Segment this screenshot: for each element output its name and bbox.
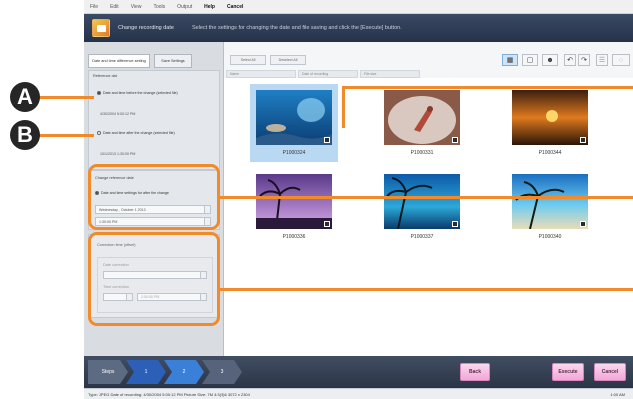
column-headers: Name Date of recording File size <box>226 70 426 78</box>
status-text: Type: JPEG Date of recording: 4/30/2004 … <box>88 391 250 397</box>
thumbnail-panel: Select All Deselect All ▦ ▢ ☻ ↶ ↷ ☰ ○ Na… <box>224 42 633 356</box>
callout-line-thumbnail <box>344 86 633 89</box>
column-header-name[interactable]: Name <box>226 70 296 78</box>
check-icon[interactable] <box>452 137 458 143</box>
menu-file[interactable]: File <box>90 4 98 10</box>
thumbnail-caption: P1000344 <box>538 150 562 156</box>
change-date-icon <box>92 19 110 37</box>
menu-cancel[interactable]: Cancel <box>227 4 243 10</box>
thumbnail-item[interactable]: P1000331 <box>384 90 460 156</box>
thumbnail-grid: P1000324 P1000331 P1000344 P1000336 P100… <box>224 78 633 356</box>
thumbnail-caption: P1000324 <box>282 150 306 156</box>
status-time: 1:00 AM <box>610 391 625 397</box>
check-icon[interactable] <box>580 221 586 227</box>
check-icon[interactable] <box>452 221 458 227</box>
thumbnail-item[interactable]: P1000336 <box>256 174 332 240</box>
callout-badge-b: B <box>10 120 40 150</box>
menu-view[interactable]: View <box>131 4 142 10</box>
back-button[interactable]: Back <box>460 363 490 381</box>
tab-date-time-difference[interactable]: Date and time difference setting <box>88 54 150 68</box>
check-icon[interactable] <box>580 137 586 143</box>
step-2-number: 2 <box>182 369 186 375</box>
screenshot-stage: File Edit View Tools Output Help Cancel … <box>0 0 633 399</box>
radio-icon <box>97 131 101 135</box>
step-2: 2 <box>164 360 204 384</box>
before-change-label: Date and time before the change (selecte… <box>103 91 178 95</box>
step-3: 3 <box>202 360 242 384</box>
column-header-date[interactable]: Date of recording <box>298 70 358 78</box>
thumbnail-image <box>512 90 588 145</box>
grid-view-icon[interactable]: ▦ <box>502 54 518 66</box>
single-view-icon[interactable]: ▢ <box>522 54 538 66</box>
thumbnail-caption: P1000336 <box>282 234 306 240</box>
thumbnail-caption: P1000340 <box>538 234 562 240</box>
callout-line-thumbnail-drop <box>342 86 345 128</box>
thumbnail-image <box>256 90 332 145</box>
people-icon[interactable]: ☻ <box>542 54 558 66</box>
thumbnail-item[interactable]: P1000337 <box>384 174 460 240</box>
callout-line-correction <box>220 288 633 291</box>
tab-save-settings[interactable]: Save Settings <box>154 54 192 68</box>
instruction-text: Select the settings for changing the dat… <box>191 25 402 31</box>
thumbnail-caption: P1000337 <box>410 234 434 240</box>
toolbar: Select All Deselect All ▦ ▢ ☻ ↶ ↷ ☰ ○ <box>224 52 633 68</box>
status-bar: Type: JPEG Date of recording: 4/30/2004 … <box>84 388 633 399</box>
steps-text: Steps <box>101 369 115 375</box>
callout-box-change-date <box>88 164 220 230</box>
callout-line-change-date <box>220 196 633 199</box>
reference-group: Reference dat Date and time before the c… <box>88 70 220 170</box>
thumbnail-image <box>512 174 588 229</box>
header-bar: Change recording date Select the setting… <box>84 14 633 42</box>
menu-edit[interactable]: Edit <box>110 4 119 10</box>
step-1: 1 <box>126 360 166 384</box>
page-title: Change recording date <box>118 25 174 31</box>
execute-button[interactable]: Execute <box>552 363 584 381</box>
callout-box-correction <box>88 232 220 326</box>
before-change-value: 4/30/2004 5:00:12 PM <box>100 111 136 116</box>
column-header-size[interactable]: File size <box>360 70 420 78</box>
menu-tools[interactable]: Tools <box>153 4 165 10</box>
callout-badge-a: A <box>10 82 40 112</box>
rotate-left-icon[interactable]: ↶ <box>564 54 576 66</box>
info-icon[interactable]: ☰ <box>596 54 608 66</box>
check-icon[interactable] <box>324 221 330 227</box>
thumbnail-item[interactable]: P1000340 <box>512 174 588 240</box>
thumbnail-caption: P1000331 <box>410 150 434 156</box>
menu-bar: File Edit View Tools Output Help Cancel <box>84 0 633 14</box>
deselect-all-button[interactable]: Deselect All <box>270 55 306 65</box>
after-change-option[interactable]: Date and time after the change (selected… <box>97 131 219 135</box>
thumbnail-item[interactable]: P1000324 <box>250 84 338 162</box>
step-1-number: 1 <box>144 369 148 375</box>
steps-label: Steps <box>88 360 128 384</box>
cancel-button[interactable]: Cancel <box>594 363 626 381</box>
radio-icon <box>97 91 101 95</box>
reference-group-title: Reference dat <box>93 74 117 78</box>
menu-output[interactable]: Output <box>177 4 192 10</box>
after-change-label: Date and time after the change (selected… <box>103 131 175 135</box>
thumbnail-item[interactable]: P1000344 <box>512 90 588 156</box>
thumbnail-image <box>384 90 460 145</box>
zoom-icon[interactable]: ○ <box>612 54 630 66</box>
select-all-button[interactable]: Select All <box>230 55 266 65</box>
menu-help[interactable]: Help <box>204 4 215 10</box>
step-3-number: 3 <box>220 369 224 375</box>
thumbnail-image <box>256 174 332 229</box>
after-change-value: 10/1/2013 1:30:00 PM <box>100 151 136 156</box>
before-change-option[interactable]: Date and time before the change (selecte… <box>97 91 207 95</box>
check-icon[interactable] <box>324 137 330 143</box>
rotate-right-icon[interactable]: ↷ <box>578 54 590 66</box>
bottom-bar: Steps 1 2 3 Back Execute Cancel <box>84 356 633 388</box>
thumbnail-image <box>384 174 460 229</box>
